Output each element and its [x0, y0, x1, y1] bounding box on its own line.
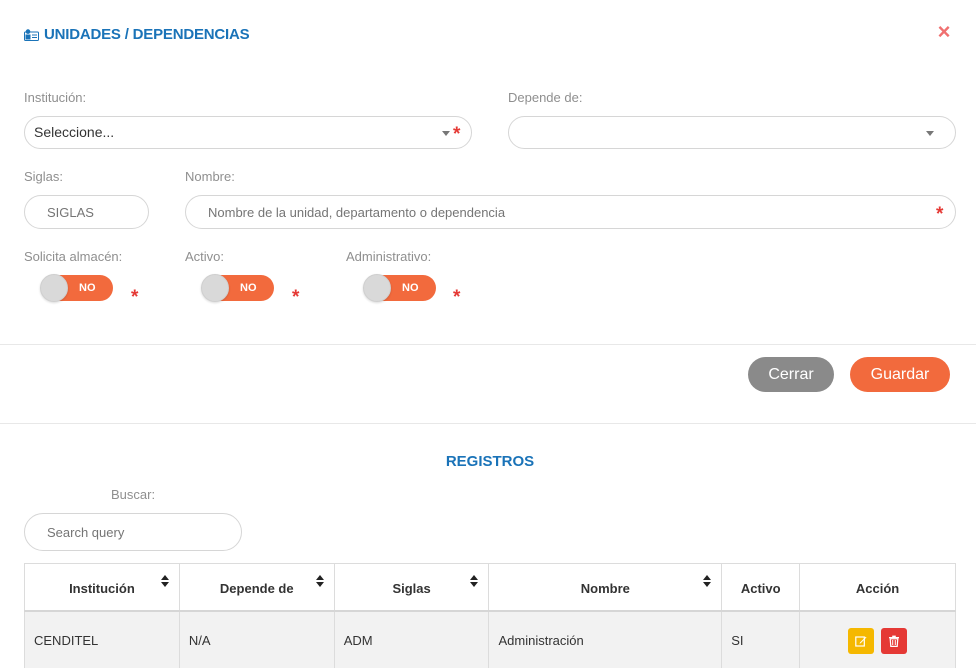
cell-siglas: ADM [333, 610, 490, 668]
modal-title-text: UNIDADES / DEPENDENCIAS [44, 25, 250, 43]
cell-activo: SI [721, 610, 801, 668]
nombre-required-mark: * [936, 204, 944, 225]
edit-button[interactable] [847, 627, 874, 654]
administrativo-required-mark: * [453, 287, 461, 308]
cerrar-button[interactable]: Cerrar [748, 357, 834, 392]
cell-nombre: Administración [488, 610, 723, 668]
table-row: CENDITEL N/A ADM Administración SI [24, 610, 956, 668]
column-header-label: Siglas [392, 581, 431, 597]
registros-table: Institución Depende de Siglas Nombre Act… [24, 563, 956, 668]
caret-down-icon [442, 131, 450, 136]
cell-depende-de: N/A [178, 610, 335, 668]
depende-de-label: Depende de: [508, 90, 583, 105]
administrativo-toggle[interactable]: NO [363, 274, 436, 302]
activo-label: Activo: [185, 249, 225, 264]
cell-accion [799, 610, 956, 668]
column-header-label: Nombre [580, 581, 630, 597]
sort-icon[interactable] [703, 575, 712, 587]
column-header-institucion[interactable]: Institución [24, 563, 180, 612]
table-header-row: Institución Depende de Siglas Nombre Act… [24, 563, 956, 612]
administrativo-label: Administrativo: [346, 249, 432, 264]
cell-institucion: CENDITEL [24, 610, 180, 668]
institucion-label: Institución: [24, 90, 87, 105]
nombre-input[interactable] [185, 195, 956, 229]
siglas-label: Siglas: [24, 169, 64, 184]
depende-de-select[interactable] [508, 116, 956, 149]
institucion-required-mark: * [453, 124, 461, 145]
solicita-almacen-label: Solicita almacén: [24, 249, 123, 264]
search-input[interactable] [24, 513, 242, 551]
close-icon[interactable]: × [934, 20, 954, 44]
trash-icon [889, 635, 900, 647]
caret-down-icon [926, 131, 934, 136]
column-header-depende-de[interactable]: Depende de [178, 563, 335, 612]
solicita-almacen-required-mark: * [131, 287, 139, 308]
column-header-label: Institución [69, 581, 135, 597]
column-header-nombre[interactable]: Nombre [488, 563, 723, 612]
address-card-icon [24, 28, 39, 41]
column-header-activo: Activo [721, 563, 801, 612]
toggle-state: NO [402, 282, 419, 294]
modal-title: UNIDADES / DEPENDENCIAS [24, 24, 250, 44]
sort-icon[interactable] [315, 575, 324, 587]
column-header-label: Acción [855, 581, 900, 597]
sort-icon[interactable] [160, 575, 169, 587]
activo-required-mark: * [292, 287, 300, 308]
registros-title: REGISTROS [445, 453, 535, 470]
toggle-state: NO [79, 282, 96, 294]
delete-button[interactable] [881, 627, 908, 654]
divider [0, 344, 976, 345]
column-header-siglas[interactable]: Siglas [333, 563, 490, 612]
column-header-label: Activo [740, 581, 781, 597]
institucion-select-value: Seleccione... [34, 124, 115, 140]
search-label: Buscar: [111, 487, 156, 502]
divider [0, 423, 976, 424]
edit-icon [854, 636, 867, 647]
toggle-knob [40, 274, 68, 302]
activo-toggle[interactable]: NO [201, 274, 274, 302]
solicita-almacen-toggle[interactable]: NO [40, 274, 113, 302]
siglas-input[interactable] [24, 195, 149, 229]
toggle-state: NO [240, 282, 257, 294]
toggle-knob [201, 274, 229, 302]
column-header-accion: Acción [799, 563, 956, 612]
sort-icon[interactable] [470, 575, 479, 587]
guardar-button[interactable]: Guardar [850, 357, 950, 392]
nombre-label: Nombre: [185, 169, 235, 184]
column-header-label: Depende de [219, 581, 294, 597]
toggle-knob [363, 274, 391, 302]
institucion-select[interactable]: Seleccione... [24, 116, 472, 149]
